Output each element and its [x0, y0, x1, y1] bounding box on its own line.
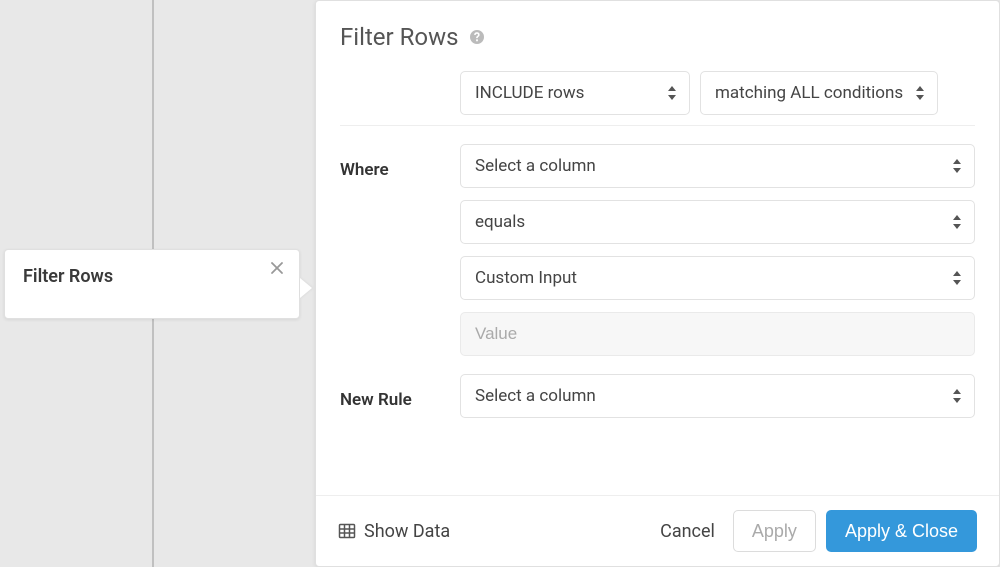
show-data-link[interactable]: Show Data: [364, 521, 450, 542]
where-row-value: [340, 312, 975, 356]
where-column-value: Select a column: [475, 156, 596, 176]
chevron-up-down-icon: [667, 85, 679, 101]
help-icon[interactable]: [469, 29, 485, 45]
chevron-up-down-icon: [952, 214, 964, 230]
panel-title: Filter Rows: [340, 23, 459, 51]
where-label: Where: [340, 152, 450, 180]
match-mode-value: matching ALL conditions: [715, 83, 903, 103]
cancel-button[interactable]: Cancel: [660, 521, 715, 542]
filter-config-panel: Filter Rows INCLUDE rows matching ALL co…: [315, 0, 1000, 567]
apply-button[interactable]: Apply: [733, 510, 816, 552]
match-mode-select[interactable]: matching ALL conditions: [700, 71, 938, 115]
pipeline-node-card[interactable]: Filter Rows: [4, 249, 300, 319]
chevron-up-down-icon: [952, 388, 964, 404]
apply-close-label: Apply & Close: [845, 521, 958, 542]
panel-body: INCLUDE rows matching ALL conditions Whe…: [316, 61, 999, 495]
where-row-operator: equals: [340, 200, 975, 244]
value-input[interactable]: [460, 312, 975, 356]
new-rule-column-value: Select a column: [475, 386, 596, 406]
operator-select[interactable]: equals: [460, 200, 975, 244]
apply-close-button[interactable]: Apply & Close: [826, 510, 977, 552]
where-column-select[interactable]: Select a column: [460, 144, 975, 188]
input-type-value: Custom Input: [475, 268, 577, 288]
table-icon: [338, 522, 356, 540]
new-rule-row: New Rule Select a column: [340, 374, 975, 418]
close-icon[interactable]: [269, 260, 287, 278]
new-rule-column-select[interactable]: Select a column: [460, 374, 975, 418]
include-mode-value: INCLUDE rows: [475, 83, 584, 103]
chevron-up-down-icon: [952, 270, 964, 286]
where-row-column: Where Select a column: [340, 144, 975, 188]
where-row-input-type: Custom Input: [340, 256, 975, 300]
pointer-triangle: [300, 278, 312, 298]
new-rule-label: New Rule: [340, 382, 450, 410]
apply-label: Apply: [752, 521, 797, 542]
mode-controls: INCLUDE rows matching ALL conditions: [460, 71, 975, 115]
node-title: Filter Rows: [23, 266, 113, 287]
chevron-up-down-icon: [915, 85, 927, 101]
operator-value: equals: [475, 212, 525, 232]
input-type-select[interactable]: Custom Input: [460, 256, 975, 300]
chevron-up-down-icon: [952, 158, 964, 174]
include-mode-select[interactable]: INCLUDE rows: [460, 71, 690, 115]
panel-header: Filter Rows: [316, 1, 999, 61]
panel-footer: Show Data Cancel Apply Apply & Close: [316, 495, 999, 566]
divider: [340, 125, 975, 126]
